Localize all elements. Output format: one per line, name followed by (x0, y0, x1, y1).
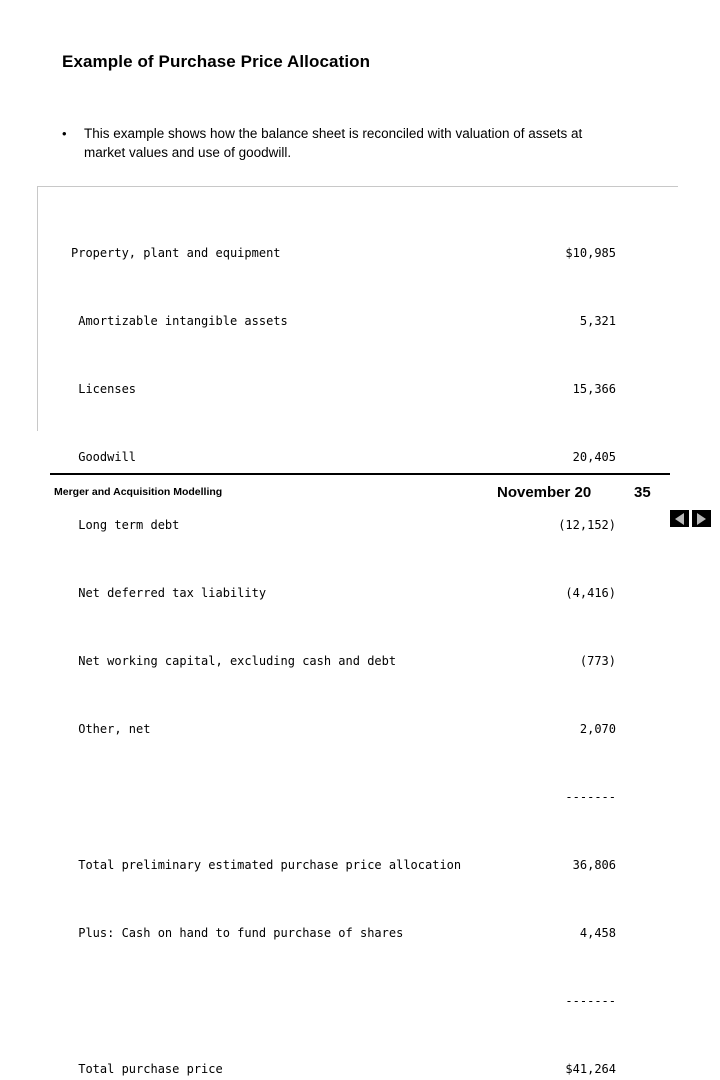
row-label: Other, net (71, 722, 151, 736)
row-value: 15,366 (572, 382, 616, 396)
purchase-price-allocation-table: Property, plant and equipment $10,985 Am… (71, 194, 616, 1080)
row-value: 2,070 (579, 722, 616, 736)
table-subtotal-rule: ------- (71, 789, 616, 806)
row-label: Net deferred tax liability (71, 586, 267, 600)
table-row: Other, net 2,070 (71, 721, 616, 738)
row-label: Total purchase price (71, 1062, 223, 1076)
row-value: (773) (579, 654, 616, 668)
table-row: Licenses 15,366 (71, 381, 616, 398)
slide-navigation (670, 510, 711, 527)
table-row: Total preliminary estimated purchase pri… (71, 857, 616, 874)
table-row: Total purchase price $41,264 (71, 1061, 616, 1078)
footer-date: November 20 (497, 484, 592, 501)
table-total-rule: ------- (71, 993, 616, 1010)
table-row: Net deferred tax liability (4,416) (71, 585, 616, 602)
table-row: Amortizable intangible assets 5,321 (71, 313, 616, 330)
row-label: Long term debt (71, 518, 180, 532)
page-title: Example of Purchase Price Allocation (62, 52, 371, 71)
row-label: Amortizable intangible assets (71, 314, 288, 328)
row-value: (4,416) (565, 586, 616, 600)
row-label: Net working capital, excluding cash and … (71, 654, 397, 668)
rule-dashes: ------- (565, 790, 616, 804)
row-label: Plus: Cash on hand to fund purchase of s… (71, 926, 404, 940)
bullet-text: This example shows how the balance sheet… (84, 126, 583, 160)
row-value: 5,321 (579, 314, 616, 328)
table-row: Long term debt (12,152) (71, 517, 616, 534)
row-value: $10,985 (565, 246, 616, 260)
bullet-marker-icon: • (62, 126, 67, 141)
footer-presentation-title: Merger and Acquisition Modelling (54, 486, 223, 498)
row-value: 36,806 (572, 858, 616, 872)
rule-dashes: ------- (565, 994, 616, 1008)
row-value: 4,458 (579, 926, 616, 940)
row-value: $41,264 (565, 1062, 616, 1076)
table-row: Plus: Cash on hand to fund purchase of s… (71, 925, 616, 942)
row-value: 20,405 (572, 450, 616, 464)
table-row: Goodwill 20,405 (71, 449, 616, 466)
row-label: Goodwill (71, 450, 137, 464)
table-row: Net working capital, excluding cash and … (71, 653, 616, 670)
arrow-right-icon (697, 512, 706, 525)
footer-divider (50, 473, 670, 475)
row-label: Total preliminary estimated purchase pri… (71, 858, 462, 872)
row-label: Property, plant and equipment (71, 246, 281, 260)
row-label: Licenses (71, 382, 137, 396)
list-item: • This example shows how the balance she… (62, 124, 622, 162)
previous-slide-button[interactable] (670, 510, 689, 527)
table-row: Property, plant and equipment $10,985 (71, 245, 616, 262)
arrow-left-icon (675, 512, 684, 525)
footer-page-number: 35 (634, 484, 651, 501)
next-slide-button[interactable] (692, 510, 711, 527)
bullet-list: • This example shows how the balance she… (62, 124, 622, 162)
row-value: (12,152) (558, 518, 616, 532)
